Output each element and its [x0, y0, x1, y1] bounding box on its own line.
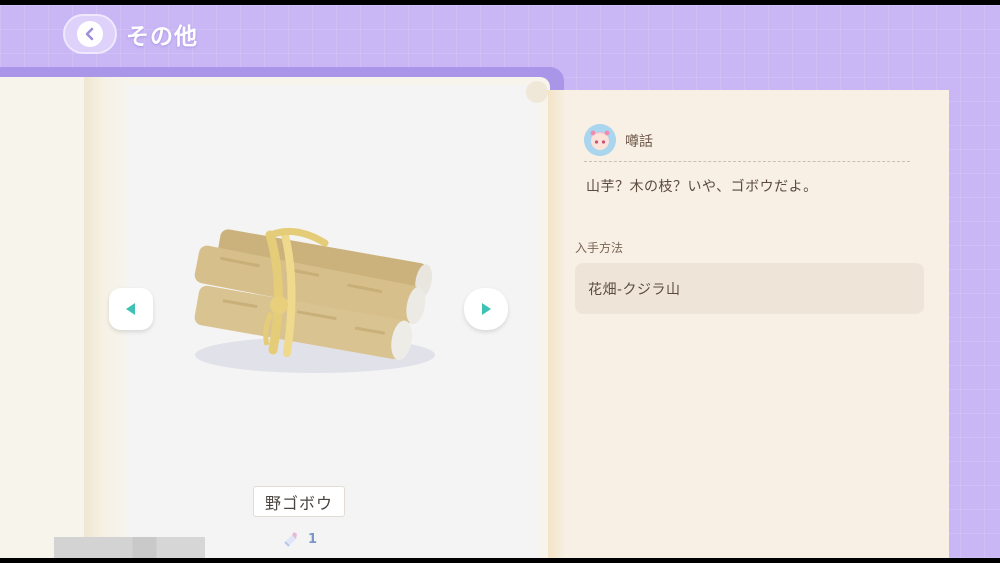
back-button[interactable]	[63, 14, 117, 54]
item-count-value: 1	[308, 531, 318, 547]
character-avatar-icon	[584, 124, 616, 156]
previous-item-button[interactable]	[109, 288, 153, 330]
info-page-spine	[548, 90, 566, 558]
ribbon-gift-icon	[284, 532, 297, 547]
avatar	[584, 124, 616, 156]
game-screen: その他 野ゴボウ 1 噂話 山芋？木の枝？いや、ゴボウだよ。 入手方法 花畑-ク…	[0, 5, 1000, 558]
rumor-label: 噂話	[625, 134, 653, 150]
rumor-text: 山芋？木の枝？いや、ゴボウだよ。	[586, 179, 818, 195]
triangle-left-icon	[126, 303, 135, 315]
triangle-right-icon	[482, 303, 491, 315]
page-title: その他	[126, 24, 198, 50]
obtain-method-label: 入手方法	[575, 241, 624, 255]
item-name: 野ゴボウ	[253, 486, 345, 517]
item-count: 1	[282, 530, 317, 548]
divider	[584, 161, 910, 162]
next-item-button[interactable]	[464, 288, 508, 330]
bottom-placeholder-bar	[54, 537, 205, 558]
burdock-bundle-illustration	[194, 227, 435, 373]
page-corner-ornament	[526, 81, 548, 103]
chevron-left-icon	[77, 21, 103, 47]
obtain-method-value: 花畑-クジラ山	[575, 263, 924, 314]
